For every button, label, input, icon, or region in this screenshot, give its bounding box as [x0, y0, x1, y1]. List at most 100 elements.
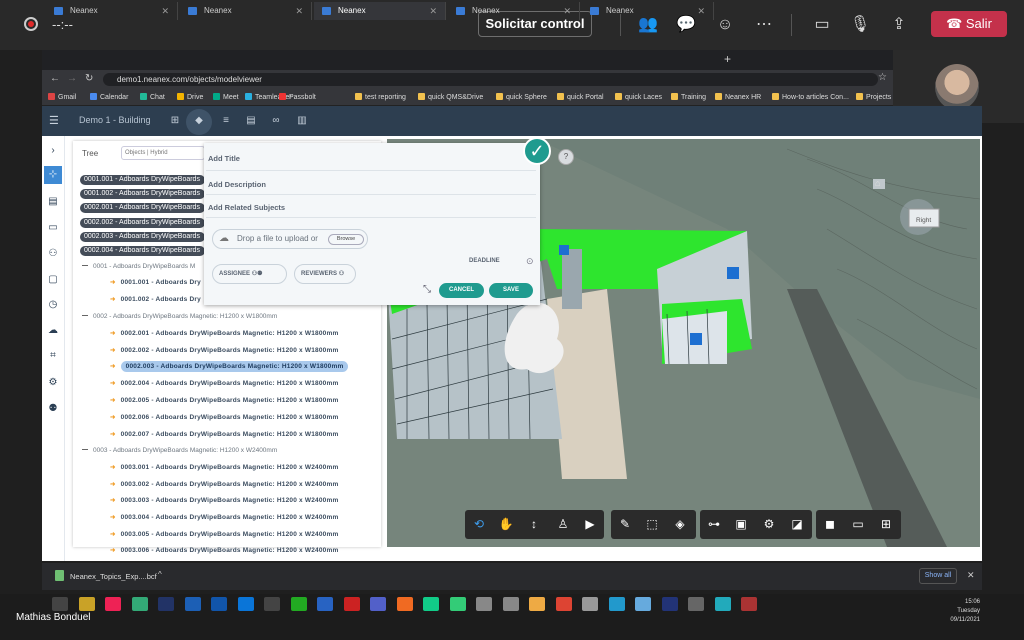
selected-object-pill[interactable]: 0001.001 - Adboards DryWipeBoards [80, 175, 205, 185]
close-tab-icon[interactable]: ✕ [563, 2, 571, 20]
taskbar-app-icon[interactable] [476, 597, 492, 611]
tree-leaf[interactable]: ➜ 0003.006 - Adboards DryWipeBoards Magne… [110, 546, 338, 554]
pan-icon[interactable]: ✋ [497, 515, 515, 533]
model-tree-icon[interactable]: ⊹ [44, 166, 62, 184]
folder-icon[interactable]: ▭ [44, 219, 62, 237]
taskbar-app-icon[interactable] [714, 597, 731, 611]
settings-icon[interactable]: ⚙ [760, 515, 778, 533]
bookmark-item[interactable]: Projects [856, 92, 891, 104]
browser-tab[interactable]: Neanex ✕ [582, 2, 714, 20]
close-icon[interactable]: ✕ [967, 570, 975, 581]
tree-leaf[interactable]: ➜ 0003.004 - Adboards DryWipeBoards Magne… [110, 513, 338, 521]
orbit-icon[interactable]: ⟲ [470, 515, 488, 533]
share-screen-icon[interactable]: ⇪ [888, 14, 910, 36]
crop-icon[interactable]: ⌗ [44, 347, 62, 365]
bookmark-item[interactable]: Training [671, 92, 706, 104]
new-tab-button[interactable]: + [724, 52, 731, 66]
taskbar-app-icon[interactable] [211, 597, 227, 611]
taskbar-app-icon[interactable] [105, 597, 121, 611]
close-tab-icon[interactable]: ✕ [161, 2, 169, 20]
home-icon[interactable]: ⌂ [875, 178, 880, 188]
bookmark-item[interactable]: Neanex HR [715, 92, 761, 104]
taskbar-app-icon[interactable] [608, 597, 625, 611]
model-browser-icon[interactable]: ⊶ [705, 515, 723, 533]
reactions-icon[interactable]: ☺ [714, 14, 736, 36]
calendar-icon[interactable]: ⊙ [526, 256, 534, 267]
clock[interactable]: 15:06 Tuesday 09/11/2021 [920, 598, 980, 625]
bookmark-item[interactable]: Passbolt [279, 92, 316, 104]
bookmark-item[interactable]: How-to articles Con... [772, 92, 849, 104]
list-icon[interactable]: ≡ [218, 113, 234, 129]
team-icon[interactable]: ⚉ [44, 400, 62, 418]
fullscreen-icon[interactable]: ◪ [788, 515, 806, 533]
table-icon[interactable]: ▤ [243, 113, 259, 129]
bookmark-star-icon[interactable]: ☆ [878, 72, 887, 83]
section-box-icon[interactable]: ⬚ [643, 515, 661, 533]
close-tab-icon[interactable]: ✕ [295, 2, 303, 20]
taskbar-app-icon[interactable] [582, 597, 598, 611]
taskbar-app-icon[interactable] [555, 597, 572, 611]
more-options-icon[interactable]: ⋯ [753, 14, 775, 36]
settings-icon[interactable]: ⚙ [44, 374, 62, 392]
cube-icon[interactable]: ◼ [821, 515, 839, 533]
tree-leaf[interactable]: ➜ 0003.005 - Adboards DryWipeBoards Magne… [110, 530, 338, 538]
selected-object-pill[interactable]: 0002.003 - Adboards DryWipeBoards [80, 232, 205, 242]
add-icon[interactable]: ⊞ [877, 515, 895, 533]
taskbar-app-icon[interactable] [741, 597, 757, 611]
taskbar-app-icon[interactable] [158, 597, 174, 611]
assignee-picker[interactable]: ASSIGNEE ⚇⚉ [212, 264, 287, 284]
tree-leaf[interactable]: ➜ 0002.004 - Adboards DryWipeBoards Magne… [110, 379, 338, 387]
bookmark-item[interactable]: Gmail [48, 92, 76, 104]
first-person-icon[interactable]: ♙ [554, 515, 572, 533]
users-icon[interactable]: ⚇ [44, 245, 62, 263]
tree-leaf-selected[interactable]: ➜ 0002.003 - Adboards DryWipeBoards Magne… [110, 361, 349, 372]
history-icon[interactable]: ◷ [44, 296, 62, 314]
taskbar-app-icon[interactable] [661, 597, 678, 611]
browser-tab[interactable]: Neanex ✕ [180, 2, 312, 20]
measure-icon[interactable]: ✎ [616, 515, 634, 533]
url-field[interactable]: demo1.neanex.com/objects/modelviewer [103, 73, 878, 86]
close-tab-icon[interactable]: ✕ [429, 2, 437, 20]
reviewers-picker[interactable]: REVIEWERS ⚇ [294, 264, 356, 284]
bookmark-item[interactable]: Meet [213, 92, 239, 104]
taskbar-app-icon[interactable] [237, 597, 254, 611]
tree-leaf[interactable]: ➜ 0002.005 - Adboards DryWipeBoards Magne… [110, 396, 338, 404]
tree-leaf[interactable]: ➜ 0002.002 - Adboards DryWipeBoards Magne… [110, 346, 338, 354]
zoom-icon[interactable]: ↕ [525, 515, 543, 533]
chart-icon[interactable]: ▥ [294, 113, 310, 129]
taskbar-app-icon[interactable] [423, 597, 439, 611]
bookmark-item[interactable]: quick QMS&Drive [418, 92, 483, 104]
taskbar-app-icon[interactable] [184, 597, 201, 611]
bookmark-item[interactable]: Calendar [90, 92, 128, 104]
taskbar-app-icon[interactable] [688, 597, 704, 611]
selected-object-pill[interactable]: 0002.002 - Adboards DryWipeBoards [80, 218, 205, 228]
browse-button[interactable]: Browse [328, 234, 364, 245]
collapse-icon[interactable]: ⤡ [423, 284, 431, 295]
bookmark-item[interactable]: Drive [177, 92, 203, 104]
tree-view-icon[interactable]: ⊞ [167, 113, 183, 129]
browser-tab[interactable]: Neanex ✕ [448, 2, 580, 20]
taskbar-app-icon[interactable] [317, 597, 333, 611]
download-item[interactable]: Neanex_Topics_Exp....bcf [70, 572, 157, 581]
tree-leaf[interactable]: ➜ 0003.002 - Adboards DryWipeBoards Magne… [110, 480, 338, 488]
layers-icon[interactable]: ◆ [191, 113, 207, 129]
browser-tab[interactable]: Neanex ✕ [46, 2, 178, 20]
link-icon[interactable]: ∞ [268, 113, 284, 129]
cloud-icon[interactable]: ☁ [44, 322, 62, 340]
tree-group[interactable]: 0002 - Adboards DryWipeBoards Magnetic: … [82, 313, 277, 320]
tree-group[interactable]: 0003 - Adboards DryWipeBoards Magnetic: … [82, 447, 277, 454]
title-field[interactable]: Add Title [208, 154, 240, 163]
taskbar-app-icon[interactable] [131, 597, 148, 611]
collapse-chevron-icon[interactable]: › [44, 142, 62, 160]
tree-leaf[interactable]: ➜ 0003.003 - Adboards DryWipeBoards Magne… [110, 496, 338, 504]
reload-icon[interactable]: ↻ [85, 73, 93, 84]
screen-icon[interactable]: ▭ [849, 515, 867, 533]
camera-off-icon[interactable]: ▭ [811, 14, 833, 36]
bookmark-item[interactable]: test reporting [355, 92, 406, 104]
taskbar-app-icon[interactable] [343, 597, 360, 611]
bookmark-item[interactable]: quick Laces [615, 92, 662, 104]
browser-tab-active[interactable]: Neanex ✕ [314, 2, 446, 20]
view-cube-label[interactable]: Right [916, 217, 931, 224]
selected-object-pill[interactable]: 0001.002 - Adboards DryWipeBoards [80, 189, 205, 199]
selected-object-pill[interactable]: 0002.004 - Adboards DryWipeBoards [80, 246, 205, 256]
